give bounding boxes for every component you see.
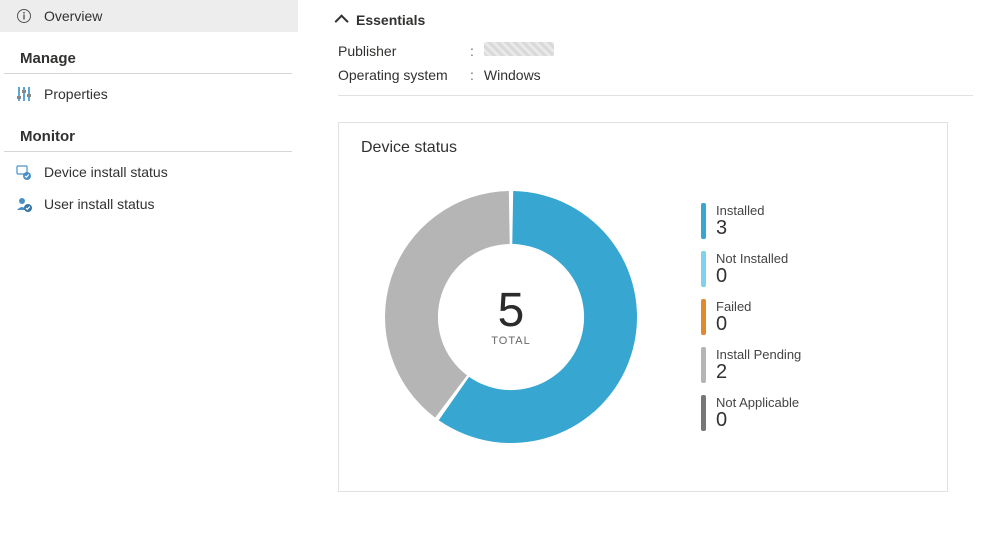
sidebar-item-label: Device install status [44, 164, 168, 180]
sidebar-item-label: Properties [44, 86, 108, 102]
sliders-icon [16, 86, 32, 102]
donut-chart: 5 TOTAL [361, 167, 661, 467]
legend-color-bar [701, 203, 706, 239]
legend-color-bar [701, 299, 706, 335]
legend-item: Not Applicable 0 [701, 395, 801, 431]
kv-value: Windows [484, 67, 541, 83]
info-icon [16, 8, 32, 24]
essentials-title: Essentials [356, 12, 425, 28]
legend-name: Not Installed [716, 251, 788, 266]
legend-item: Installed 3 [701, 203, 801, 239]
device-status-icon [16, 164, 32, 180]
device-status-card: Device status 5 TOTAL Installed 3 Not In… [338, 122, 948, 492]
sidebar-item-label: User install status [44, 196, 154, 212]
legend-color-bar [701, 251, 706, 287]
legend-value: 0 [716, 314, 751, 334]
kv-publisher: Publisher : [338, 38, 973, 63]
legend: Installed 3 Not Installed 0 Failed 0 Ins… [701, 203, 801, 431]
legend-item: Failed 0 [701, 299, 801, 335]
sidebar-item-device-install-status[interactable]: Device install status [0, 156, 298, 188]
chevron-up-icon [335, 14, 349, 28]
legend-color-bar [701, 347, 706, 383]
sidebar-section-monitor: Monitor [4, 110, 292, 152]
main-content: Essentials Publisher : Operating system … [310, 0, 993, 549]
legend-name: Installed [716, 203, 764, 218]
legend-name: Not Applicable [716, 395, 799, 410]
legend-value: 0 [716, 410, 799, 430]
legend-item: Not Installed 0 [701, 251, 801, 287]
legend-name: Install Pending [716, 347, 801, 362]
legend-color-bar [701, 395, 706, 431]
essentials-toggle[interactable]: Essentials [338, 8, 973, 38]
sidebar-item-overview[interactable]: Overview [0, 0, 298, 32]
donut-total: 5 [491, 287, 530, 335]
sidebar-section-manage: Manage [4, 32, 292, 74]
legend-value: 3 [716, 218, 764, 238]
kv-os: Operating system : Windows [338, 63, 973, 87]
legend-item: Install Pending 2 [701, 347, 801, 383]
sidebar-item-user-install-status[interactable]: User install status [0, 188, 298, 220]
kv-label: Publisher [338, 43, 470, 59]
legend-name: Failed [716, 299, 751, 314]
donut-total-label: TOTAL [491, 335, 530, 347]
divider [338, 95, 973, 96]
redacted-value [484, 42, 554, 56]
kv-label: Operating system [338, 67, 470, 83]
legend-value: 2 [716, 362, 801, 382]
sidebar: Overview Manage Properties Monitor Devic… [0, 0, 310, 549]
card-title: Device status [361, 139, 925, 157]
kv-value [484, 42, 554, 59]
sidebar-item-label: Overview [44, 8, 102, 24]
user-status-icon [16, 196, 32, 212]
legend-value: 0 [716, 266, 788, 286]
sidebar-item-properties[interactable]: Properties [0, 78, 298, 110]
